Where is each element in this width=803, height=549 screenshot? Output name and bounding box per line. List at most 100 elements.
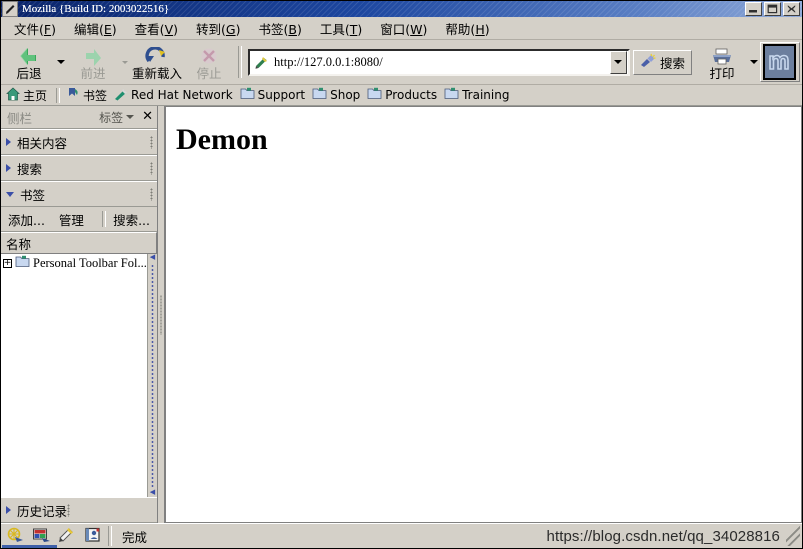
back-button-label: 后退: [16, 65, 42, 81]
page-content[interactable]: Demon: [165, 106, 802, 523]
url-bar[interactable]: http://127.0.0.1:8080/: [248, 48, 630, 76]
close-button[interactable]: [783, 2, 800, 16]
menu-bar: 文件(F) 编辑(E) 查看(V) 转到(G) 书签(B) 工具(T) 窗口(W…: [1, 17, 802, 40]
stop-button-label: 停止: [196, 65, 222, 81]
sidebar-tabs-label: 标签: [99, 110, 124, 125]
scroll-up-arrow-icon[interactable]: ◀: [150, 254, 155, 262]
watermark-text: https://blog.csdn.net/qq_34028816: [546, 527, 780, 545]
menu-go[interactable]: 转到(G): [187, 17, 249, 40]
url-dropdown-button[interactable]: [609, 50, 627, 74]
throbber-button[interactable]: [760, 42, 800, 82]
bookmark-products[interactable]: Products: [365, 86, 442, 104]
resize-grip[interactable]: [786, 526, 800, 546]
reload-icon: [145, 45, 169, 67]
addressbook-icon[interactable]: [84, 527, 103, 546]
minimize-button[interactable]: [745, 2, 762, 16]
sidebar-title: 侧栏: [7, 110, 33, 126]
search-button[interactable]: 搜索: [632, 49, 692, 75]
menu-bookmarks[interactable]: 书签(B): [249, 17, 310, 40]
page-heading: Demon: [176, 123, 268, 156]
panel-grip-icon[interactable]: [150, 187, 153, 201]
menu-tools[interactable]: 工具(T): [311, 17, 371, 40]
bookmark-training[interactable]: Training: [442, 86, 514, 104]
chevron-down-icon: [126, 115, 135, 119]
sidebar-splitter[interactable]: [158, 106, 165, 523]
menu-help[interactable]: 帮助(H): [436, 17, 498, 40]
bookmark-redhat-network-label: Red Hat Network: [131, 88, 233, 102]
forward-button-label: 前进: [80, 65, 106, 81]
toolbar-separator: [238, 46, 242, 78]
reload-button-label: 重新载入: [131, 65, 182, 81]
bookmarks-toolbar: 主页 书签 Red Hat Network Support Shop Produ…: [1, 85, 802, 106]
menu-window[interactable]: 窗口(W): [371, 17, 436, 40]
panel-grip-icon[interactable]: [67, 503, 71, 517]
bookmarks-tree-scrollbar[interactable]: ◀ ◀: [147, 254, 157, 497]
bookmark-add-button[interactable]: 添加...: [1, 210, 52, 229]
sidebar-tabs-menu[interactable]: 标签: [99, 109, 135, 126]
tree-item-personal-toolbar-folder[interactable]: + Personal Toolbar Fol...: [1, 254, 157, 272]
sidebar: 侧栏 标签 ✕ 相关内容 搜索 书签 添加... 管理 搜索... 名称 + P…: [1, 106, 158, 523]
back-arrow-icon: [18, 45, 40, 67]
bookmarks-separator: [56, 87, 61, 103]
bookmarks-tree[interactable]: + Personal Toolbar Fol... ◀ ◀: [1, 254, 157, 497]
tree-item-label: Personal Toolbar Fol...: [33, 255, 147, 270]
bookmark-home[interactable]: 主页: [4, 86, 52, 105]
url-input[interactable]: http://127.0.0.1:8080/: [274, 55, 610, 70]
bookmarks-column-header-name[interactable]: 名称: [1, 232, 157, 254]
bookmark-support-label: Support: [257, 88, 306, 102]
navigator-icon[interactable]: [6, 527, 25, 546]
bookmark-icon: [66, 87, 80, 104]
bookmark-home-label: 主页: [23, 88, 48, 103]
scroll-track[interactable]: [151, 264, 154, 487]
bookmark-manage-button[interactable]: 管理: [52, 210, 91, 229]
expand-twisty-icon[interactable]: +: [3, 258, 12, 268]
mail-icon[interactable]: [58, 527, 77, 546]
mozilla-window-icon[interactable]: [2, 1, 18, 17]
stop-icon: [199, 45, 219, 67]
browser-body: 侧栏 标签 ✕ 相关内容 搜索 书签 添加... 管理 搜索... 名称 + P…: [1, 106, 802, 523]
maximize-button[interactable]: [764, 2, 781, 16]
bookmark-products-label: Products: [385, 88, 438, 102]
printer-icon: [710, 45, 734, 67]
bookmark-shop-label: Shop: [330, 88, 361, 102]
bookmark-bookmarks[interactable]: 书签: [64, 86, 112, 105]
sidebar-close-button[interactable]: ✕: [142, 110, 153, 123]
chevron-right-icon: [6, 164, 11, 172]
menu-view[interactable]: 查看(V): [126, 17, 187, 40]
bookmark-support[interactable]: Support: [238, 86, 310, 104]
back-dropdown[interactable]: [55, 41, 67, 83]
stop-button[interactable]: 停止: [183, 41, 235, 83]
print-dropdown[interactable]: [748, 41, 760, 83]
mozilla-throbber-logo: [763, 44, 796, 80]
chevron-right-icon: [6, 506, 11, 514]
sidebar-panel-related[interactable]: 相关内容: [1, 129, 157, 155]
back-button[interactable]: 后退: [3, 41, 55, 83]
bookmark-training-label: Training: [462, 88, 510, 102]
redhat-icon: [114, 87, 128, 104]
scroll-down-arrow-icon[interactable]: ◀: [150, 489, 155, 497]
menu-edit[interactable]: 编辑(E): [65, 17, 126, 40]
folder-icon: [15, 255, 30, 272]
bookmark-shop[interactable]: Shop: [310, 86, 365, 104]
bookmark-redhat-network[interactable]: Red Hat Network: [112, 86, 238, 105]
forward-button[interactable]: 前进: [67, 41, 119, 83]
menu-file[interactable]: 文件(F): [5, 17, 65, 40]
panel-grip-icon[interactable]: [150, 161, 153, 175]
component-bar: [1, 525, 108, 547]
bookmark-bookmarks-label: 书签: [83, 88, 108, 103]
print-button-label: 打印: [709, 65, 735, 81]
print-button[interactable]: 打印: [696, 41, 748, 83]
sidebar-panel-history[interactable]: 历史记录: [1, 497, 157, 523]
sidebar-panel-bookmarks[interactable]: 书签: [1, 181, 157, 207]
chevron-right-icon: [6, 138, 11, 146]
bookmark-search-button[interactable]: 搜索...: [106, 210, 157, 229]
composer-icon[interactable]: [32, 527, 51, 546]
sidebar-panel-related-label: 相关内容: [17, 135, 68, 151]
sidebar-panel-search[interactable]: 搜索: [1, 155, 157, 181]
panel-grip-icon[interactable]: [150, 135, 153, 149]
forward-dropdown[interactable]: [119, 41, 131, 83]
sidebar-header: 侧栏 标签 ✕: [1, 106, 157, 129]
sidebar-panel-search-label: 搜索: [17, 161, 43, 177]
folder-icon: [240, 87, 255, 103]
reload-button[interactable]: 重新载入: [131, 41, 183, 83]
